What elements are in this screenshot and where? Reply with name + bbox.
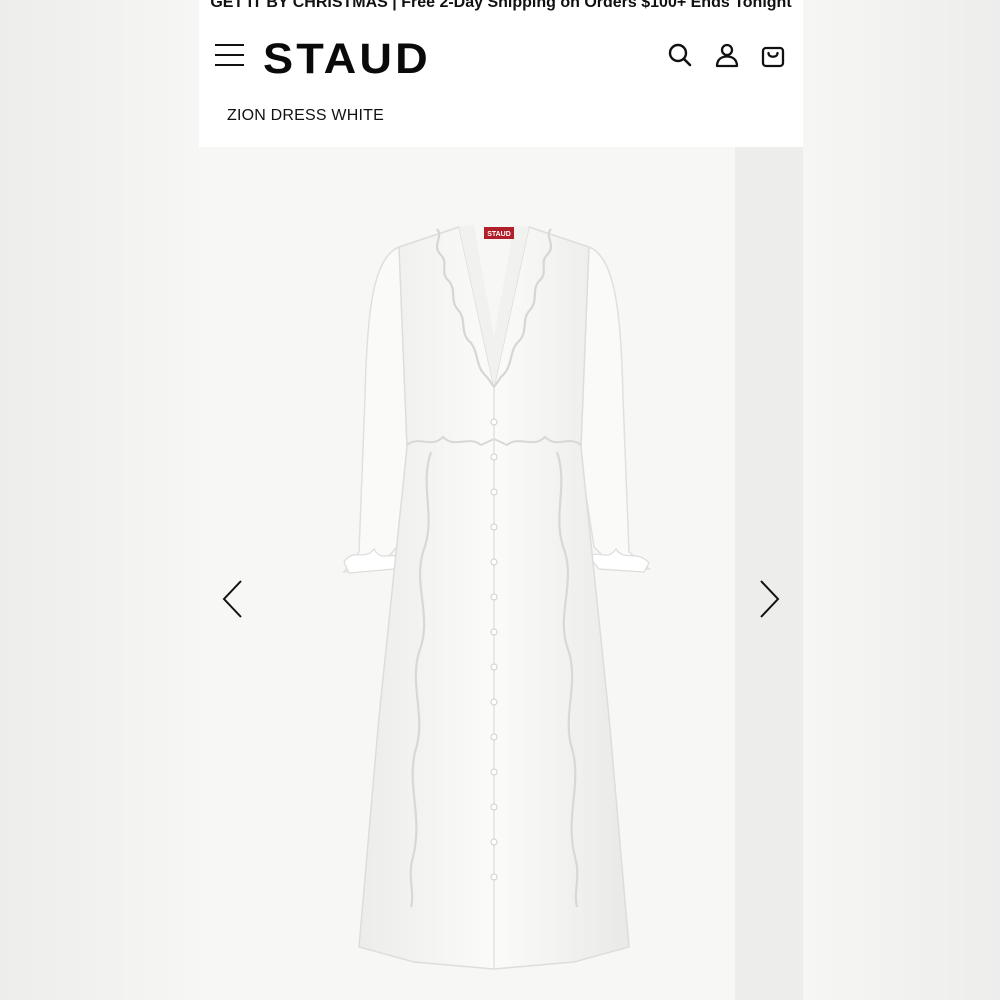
page-background-left: [0, 0, 199, 1000]
account-icon[interactable]: [714, 42, 740, 68]
search-icon[interactable]: [667, 42, 693, 68]
promo-banner-text: GET IT BY CHRISTMAS | Free 2-Day Shippin…: [210, 0, 792, 11]
dress-image: STAUD: [342, 225, 652, 970]
chevron-left-icon[interactable]: [219, 577, 249, 621]
logo[interactable]: STAUD: [263, 35, 431, 83]
site-header: STAUD ZION DRESS WHITE: [199, 17, 803, 147]
dress-label-tag: STAUD: [487, 231, 511, 238]
next-image-peek[interactable]: [735, 147, 803, 1000]
menu-icon[interactable]: [215, 42, 245, 68]
product-image-gallery[interactable]: STAUD: [199, 147, 803, 1000]
page-background-right: [803, 0, 1000, 1000]
product-title: ZION DRESS WHITE: [227, 107, 384, 124]
chevron-right-icon[interactable]: [753, 577, 783, 621]
promo-banner[interactable]: GET IT BY CHRISTMAS | Free 2-Day Shippin…: [199, 0, 803, 17]
bag-icon[interactable]: [760, 42, 786, 68]
